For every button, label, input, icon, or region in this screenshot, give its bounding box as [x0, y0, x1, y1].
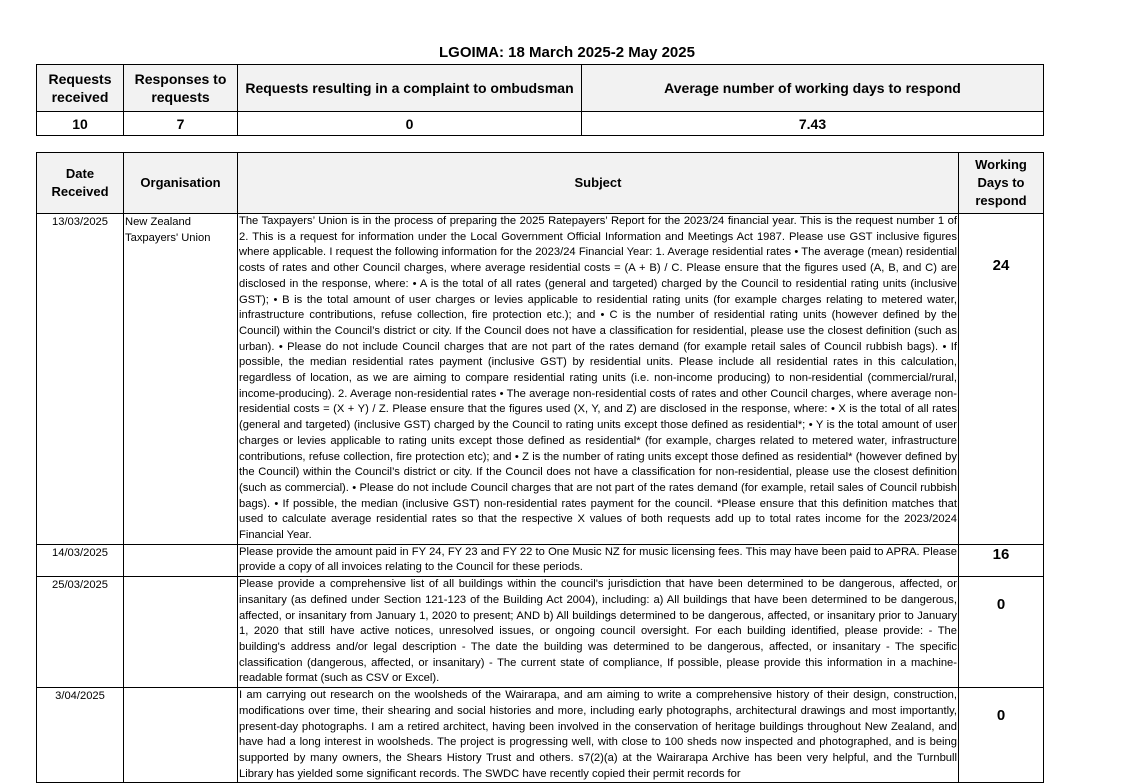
- header-date-received: Date Received: [36, 152, 124, 214]
- row-working-days: 24: [958, 213, 1044, 545]
- summary-value-responses: 7: [123, 111, 238, 136]
- row-organisation: New Zealand Taxpayers' Union: [123, 213, 238, 545]
- table-row: 25/03/2025 Please provide a comprehensiv…: [36, 576, 1044, 689]
- row-working-days: 0: [958, 687, 1044, 783]
- row-subject: I am carrying out research on the woolsh…: [237, 687, 959, 783]
- row-date: 25/03/2025: [36, 576, 124, 689]
- header-working-days: Working Days to respond: [958, 152, 1044, 214]
- summary-table: Requests received Responses to requests …: [36, 64, 1044, 136]
- row-date: 3/04/2025: [36, 687, 124, 783]
- summary-value-average-days: 7.43: [581, 111, 1044, 136]
- row-subject: Please provide a comprehensive list of a…: [237, 576, 959, 689]
- table-row: 13/03/2025 New Zealand Taxpayers' Union …: [36, 213, 1044, 545]
- summary-header-complaints: Requests resulting in a complaint to omb…: [237, 64, 582, 112]
- row-organisation: [123, 687, 238, 783]
- row-date: 14/03/2025: [36, 543, 124, 578]
- header-organisation: Organisation: [123, 152, 238, 214]
- table-row: 14/03/2025 Please provide the amount pai…: [36, 543, 1044, 578]
- header-subject: Subject: [237, 152, 959, 214]
- summary-value-complaints: 0: [237, 111, 582, 136]
- row-organisation: [123, 543, 238, 578]
- table-row: 3/04/2025 I am carrying out research on …: [36, 687, 1044, 783]
- requests-table: Date Received Organisation Subject Worki…: [36, 152, 1044, 783]
- row-working-days: 0: [958, 576, 1044, 689]
- row-working-days: 16: [958, 543, 1044, 578]
- summary-header-responses: Responses to requests: [123, 64, 238, 112]
- row-subject: The Taxpayers’ Union is in the process o…: [237, 213, 959, 545]
- row-date: 13/03/2025: [36, 213, 124, 545]
- summary-header-requests-received: Requests received: [36, 64, 124, 112]
- row-organisation: [123, 576, 238, 689]
- summary-header-average-days: Average number of working days to respon…: [581, 64, 1044, 112]
- row-subject: Please provide the amount paid in FY 24,…: [237, 543, 959, 578]
- page-title: LGOIMA: 18 March 2025-2 May 2025: [439, 44, 695, 61]
- summary-value-requests-received: 10: [36, 111, 124, 136]
